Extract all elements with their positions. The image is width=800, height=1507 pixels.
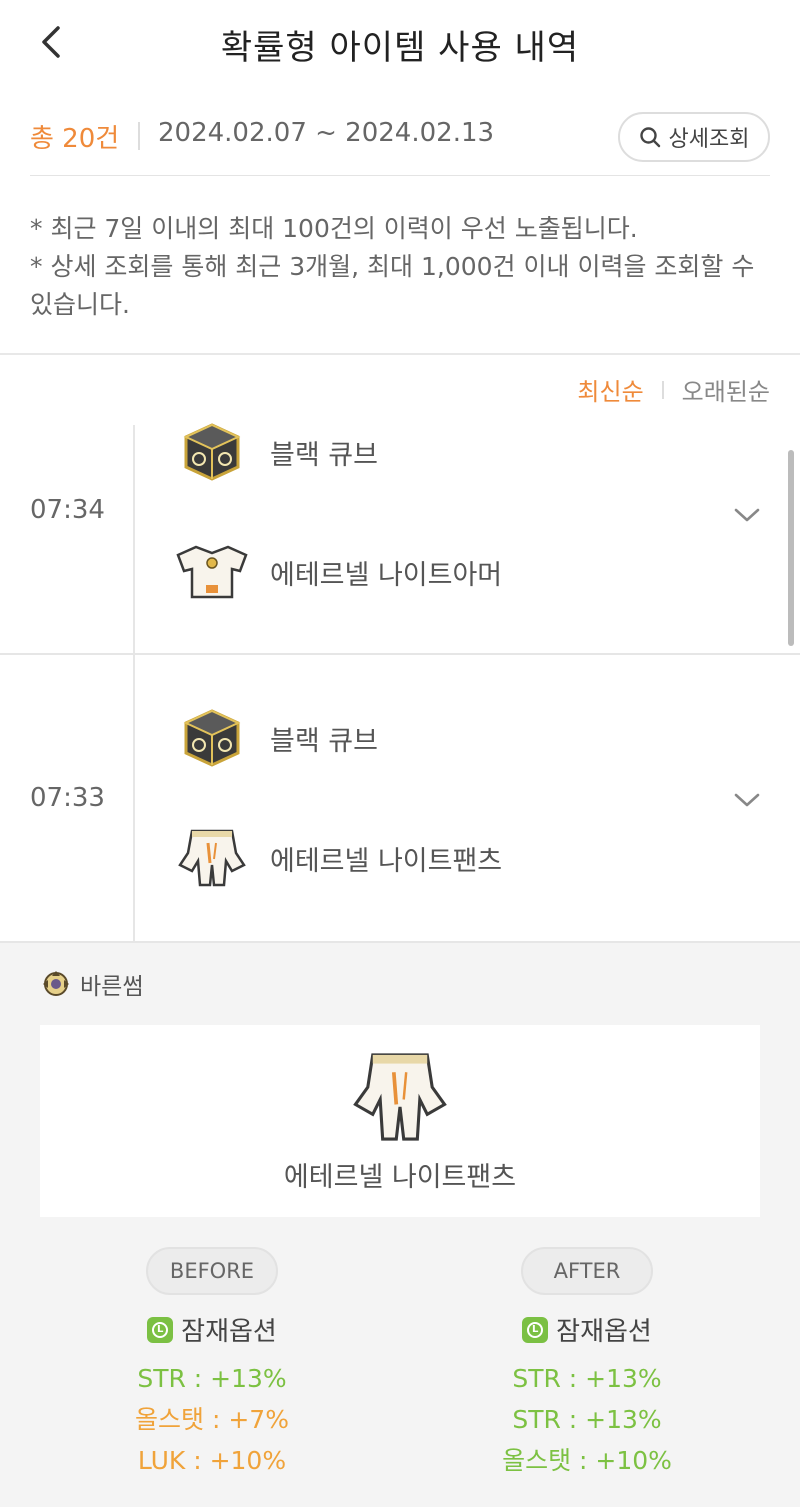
- notice-line: * 최근 7일 이내의 최대 100건의 이력이 우선 노출됩니다.: [30, 214, 638, 243]
- character-info: 바른썸: [40, 967, 143, 1001]
- scrollbar[interactable]: [788, 450, 794, 646]
- summary-bar: 총 20건 2024.02.07 ~ 2024.02.13 상세조회: [30, 112, 770, 176]
- timeline-line: [133, 655, 135, 941]
- after-column: AFTER L 잠재옵션 STR : +13% STR : +13% 올스탯 :…: [437, 1247, 737, 1481]
- option-line: STR : +13%: [512, 1405, 662, 1434]
- sort-options: 최신순 오래된순: [577, 372, 770, 407]
- row-divider: [0, 653, 800, 655]
- black-cube-icon: [170, 420, 254, 484]
- entry-time: 07:34: [30, 495, 105, 525]
- notice-line: * 상세 조회를 통해 최근 3개월, 최대 1,000건 이내 이력을 조회할…: [30, 252, 755, 319]
- header: 확률형 아이템 사용 내역: [0, 0, 800, 90]
- item-row: 에테르넬 나이트팬츠: [170, 826, 502, 890]
- sort-latest[interactable]: 최신순: [577, 372, 643, 407]
- potential-title: L 잠재옵션: [437, 1311, 737, 1348]
- entry-time: 07:33: [30, 783, 105, 813]
- option-line: LUK : +10%: [137, 1446, 287, 1475]
- pants-icon: [353, 1053, 447, 1141]
- timeline-line: [133, 425, 135, 653]
- detail-panel: 바른썸 에테르넬 나이트팬츠 BEFORE L 잠재옵션 STR : +13% …: [0, 941, 800, 1507]
- option-line: STR : +13%: [137, 1364, 287, 1393]
- date-range: 2024.02.07 ~ 2024.02.13: [158, 118, 495, 148]
- notice-text: * 최근 7일 이내의 최대 100건의 이력이 우선 노출됩니다. * 상세 …: [30, 210, 770, 324]
- search-icon: [639, 127, 660, 148]
- chevron-down-icon[interactable]: [732, 790, 762, 810]
- option-line: 올스탯 : +7%: [135, 1405, 289, 1434]
- divider: [138, 122, 140, 150]
- option-list: STR : +13% 올스탯 : +7% LUK : +10%: [62, 1358, 362, 1481]
- potential-title: L 잠재옵션: [62, 1311, 362, 1348]
- divider: [661, 380, 664, 399]
- option-line: STR : +13%: [512, 1364, 662, 1393]
- after-badge: AFTER: [521, 1247, 653, 1295]
- before-badge: BEFORE: [146, 1247, 278, 1295]
- potential-label: 잠재옵션: [181, 1317, 277, 1347]
- cube-name: 블랙 큐브: [270, 725, 378, 757]
- character-emblem-icon: [43, 971, 69, 996]
- potential-label: 잠재옵션: [556, 1317, 652, 1347]
- page-title: 확률형 아이템 사용 내역: [220, 28, 580, 68]
- armor-icon: [170, 540, 254, 604]
- option-list: STR : +13% STR : +13% 올스탯 : +10%: [437, 1358, 737, 1481]
- sort-oldest[interactable]: 오래된순: [682, 372, 770, 407]
- cube-name: 블랙 큐브: [270, 439, 378, 471]
- chevron-down-icon[interactable]: [732, 505, 762, 525]
- character-name: 바른썸: [80, 974, 144, 1000]
- detail-search-label: 상세조회: [668, 127, 750, 152]
- total-count: 총 20건: [30, 124, 120, 154]
- item-row: 에테르넬 나이트아머: [170, 540, 502, 604]
- detail-search-button[interactable]: 상세조회: [618, 112, 770, 162]
- black-cube-icon: [170, 706, 254, 770]
- legendary-icon: L: [147, 1316, 174, 1343]
- item-name: 에테르넬 나이트팬츠: [270, 845, 503, 877]
- pants-icon: [170, 826, 254, 890]
- item-name: 에테르넬 나이트아머: [270, 559, 503, 591]
- item-card: 에테르넬 나이트팬츠: [40, 1025, 760, 1217]
- option-line: 올스탯 : +10%: [502, 1446, 672, 1475]
- before-column: BEFORE L 잠재옵션 STR : +13% 올스탯 : +7% LUK :…: [62, 1247, 362, 1481]
- cube-row: 블랙 큐브: [170, 706, 378, 770]
- legendary-icon: L: [522, 1316, 549, 1343]
- cube-row: 블랙 큐브: [170, 420, 378, 484]
- detail-item-name: 에테르넬 나이트팬츠: [283, 1162, 517, 1193]
- section-divider: [0, 353, 800, 355]
